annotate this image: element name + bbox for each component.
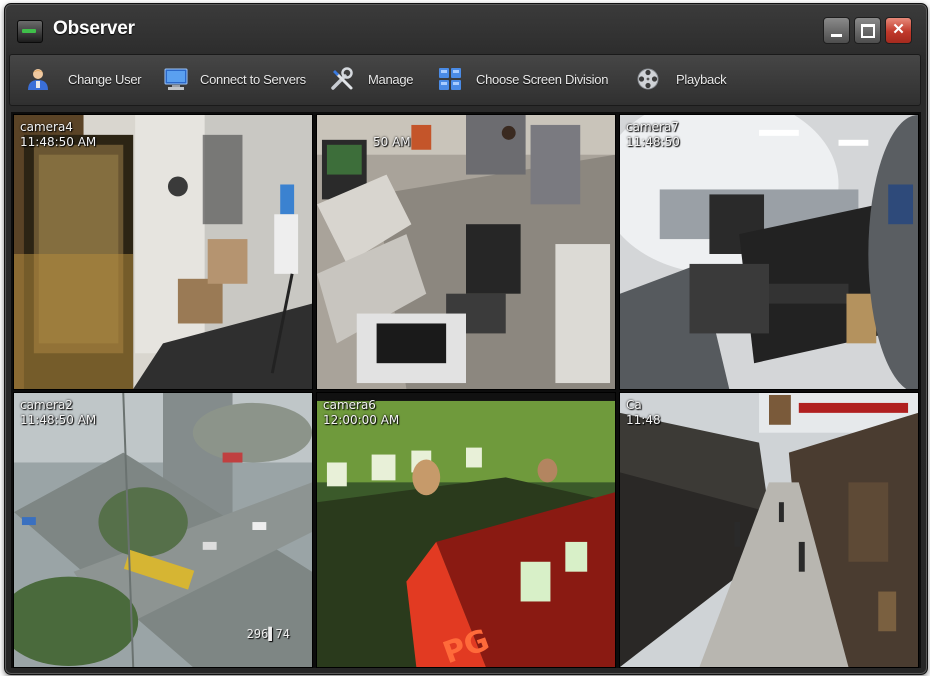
camera-timestamp: 11:48:50 <box>626 135 680 149</box>
grid-layout-icon <box>439 68 461 90</box>
film-reel-icon <box>637 68 659 90</box>
maximize-button[interactable] <box>854 17 881 44</box>
camera2-feed <box>14 393 312 667</box>
office-overhead-feed <box>317 115 615 389</box>
camera7-feed <box>620 115 918 389</box>
change-user-label: Change User <box>68 72 142 87</box>
old-street-feed <box>620 393 918 667</box>
window-title: Observer <box>53 18 135 39</box>
close-button[interactable] <box>885 17 912 44</box>
camera-view-office-overhead[interactable]: 50 AM <box>316 114 616 390</box>
camera-timestamp: 11:48:50 AM <box>20 413 97 427</box>
camera-view-camera4[interactable]: camera4 11:48:50 AM <box>13 114 313 390</box>
change-user-button[interactable]: Change User <box>26 65 152 95</box>
manage-button[interactable]: Manage <box>330 65 422 95</box>
connect-to-servers-label: Connect to Servers <box>200 72 306 87</box>
camera-timestamp: 11:48 <box>626 413 661 427</box>
camera-label: camera4 <box>20 120 73 134</box>
camera-view-old-street[interactable]: Ca 11:48 <box>619 392 919 668</box>
app-icon <box>17 20 43 43</box>
choose-screen-division-label: Choose Screen Division <box>476 72 609 87</box>
camera-label: Ca <box>626 398 642 412</box>
camera-label: camera6 <box>323 398 376 412</box>
camera-timestamp: 50 AM <box>373 135 411 149</box>
tools-icon <box>331 67 353 90</box>
camera-view-camera6[interactable]: PG camera6 12:00:00 AM <box>316 392 616 668</box>
camera-label: camera7 <box>626 120 679 134</box>
manage-label: Manage <box>368 72 414 87</box>
camera-timestamp: 11:48:50 AM <box>20 135 97 149</box>
camera-label: camera2 <box>20 398 73 412</box>
camera6-feed: PG <box>317 393 615 667</box>
monitor-server-icon <box>164 68 188 90</box>
minimize-button[interactable] <box>823 17 850 44</box>
playback-button[interactable]: Playback <box>636 65 732 95</box>
playback-label: Playback <box>676 72 727 87</box>
choose-screen-division-button[interactable]: Choose Screen Division <box>438 65 622 95</box>
camera-timestamp: 12:00:00 AM <box>323 413 400 427</box>
user-icon <box>28 69 48 90</box>
title-bar[interactable]: Observer <box>5 4 927 52</box>
camera-view-camera2[interactable]: camera2 11:48:50 AM 296▌74 <box>13 392 313 668</box>
camera4-feed <box>14 115 312 389</box>
toolbar: Change User Connect to Servers Manage Ch… <box>9 54 921 106</box>
camera-counter: 296▌74 <box>246 627 290 641</box>
connect-to-servers-button[interactable]: Connect to Servers <box>163 65 318 95</box>
camera-grid: camera4 11:48:50 AM 50 AM camera7 11:48:… <box>11 112 921 668</box>
camera-view-camera7[interactable]: camera7 11:48:50 <box>619 114 919 390</box>
observer-window: Observer Change User Connect to Servers <box>4 3 928 675</box>
